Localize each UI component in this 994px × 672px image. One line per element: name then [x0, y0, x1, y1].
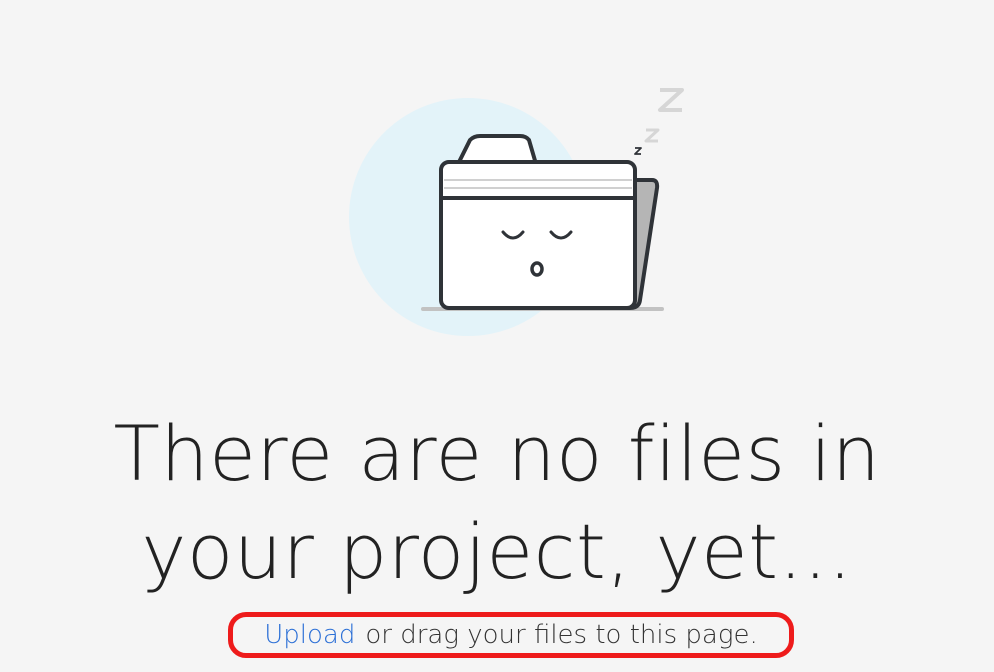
drag-files-text: or drag your files to this page.: [365, 620, 758, 650]
upload-link[interactable]: Upload: [264, 620, 355, 650]
upload-instructions: Upload or drag your files to this page.: [228, 612, 794, 658]
empty-state-heading: There are no files in your project, yet.…: [0, 405, 994, 601]
empty-project-page: There are no files in your project, yet.…: [0, 0, 994, 672]
heading-line-1: There are no files in: [113, 409, 881, 498]
sleeping-folder-icon: [349, 88, 684, 336]
heading-line-2: your project, yet...: [141, 507, 853, 596]
